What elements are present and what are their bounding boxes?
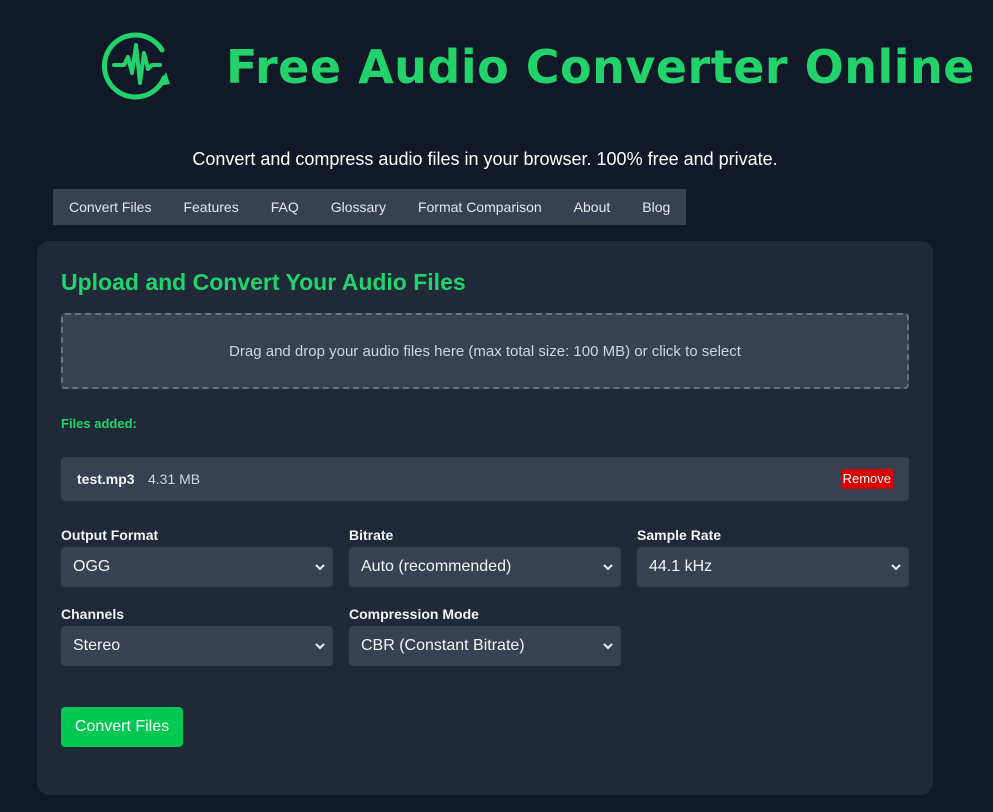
sample-rate-select[interactable]: 44.1 kHz [637, 547, 909, 587]
files-added-label: Files added: [61, 416, 137, 431]
chevron-down-icon [603, 564, 613, 571]
channels-value: Stereo [73, 637, 121, 654]
nav-format-comparison[interactable]: Format Comparison [402, 189, 558, 225]
nav-about[interactable]: About [558, 189, 627, 225]
bitrate-label: Bitrate [349, 527, 394, 543]
file-item: test.mp3 4.31 MB Remove [61, 457, 909, 501]
dropzone-text: Drag and drop your audio files here (max… [229, 342, 741, 360]
waveform-circle-icon[interactable] [100, 28, 174, 102]
bitrate-value: Auto (recommended) [361, 558, 512, 575]
chevron-down-icon [315, 643, 325, 650]
chevron-down-icon [891, 564, 901, 571]
nav-glossary[interactable]: Glossary [315, 189, 402, 225]
chevron-down-icon [603, 643, 613, 650]
compression-mode-value: CBR (Constant Bitrate) [361, 637, 525, 654]
site-header: Free Audio Converter Online [0, 0, 993, 140]
output-format-value: OGG [73, 558, 111, 575]
convert-files-button[interactable]: Convert Files [61, 707, 183, 747]
upload-title: Upload and Convert Your Audio Files [61, 269, 466, 295]
nav-features[interactable]: Features [167, 189, 254, 225]
site-title: Free Audio Converter Online [226, 40, 975, 94]
nav-convert-files[interactable]: Convert Files [53, 189, 167, 225]
compression-mode-select[interactable]: CBR (Constant Bitrate) [349, 626, 621, 666]
output-format-select[interactable]: OGG [61, 547, 333, 587]
nav-faq[interactable]: FAQ [255, 189, 315, 225]
channels-select[interactable]: Stereo [61, 626, 333, 666]
sample-rate-value: 44.1 kHz [649, 558, 713, 575]
file-name: test.mp3 [77, 471, 135, 487]
compression-mode-field: Compression Mode CBR (Constant Bitrate) [349, 606, 621, 666]
bitrate-select[interactable]: Auto (recommended) [349, 547, 621, 587]
sample-rate-field: Sample Rate 44.1 kHz [637, 527, 909, 587]
file-dropzone[interactable]: Drag and drop your audio files here (max… [61, 313, 909, 389]
channels-label: Channels [61, 606, 125, 622]
output-format-field: Output Format OGG [61, 527, 333, 587]
remove-file-button[interactable]: Remove [840, 469, 893, 489]
nav-blog[interactable]: Blog [626, 189, 686, 225]
bitrate-field: Bitrate Auto (recommended) [349, 527, 621, 587]
compression-mode-label: Compression Mode [349, 606, 479, 622]
channels-field: Channels Stereo [61, 606, 333, 666]
output-format-label: Output Format [61, 527, 159, 543]
main-nav: Convert Files Features FAQ Glossary Form… [53, 189, 687, 225]
tagline: Convert and compress audio files in your… [192, 149, 778, 169]
sample-rate-label: Sample Rate [637, 527, 722, 543]
chevron-down-icon [315, 564, 325, 571]
converter-card: Upload and Convert Your Audio Files Drag… [37, 241, 933, 795]
file-size: 4.31 MB [148, 471, 201, 487]
